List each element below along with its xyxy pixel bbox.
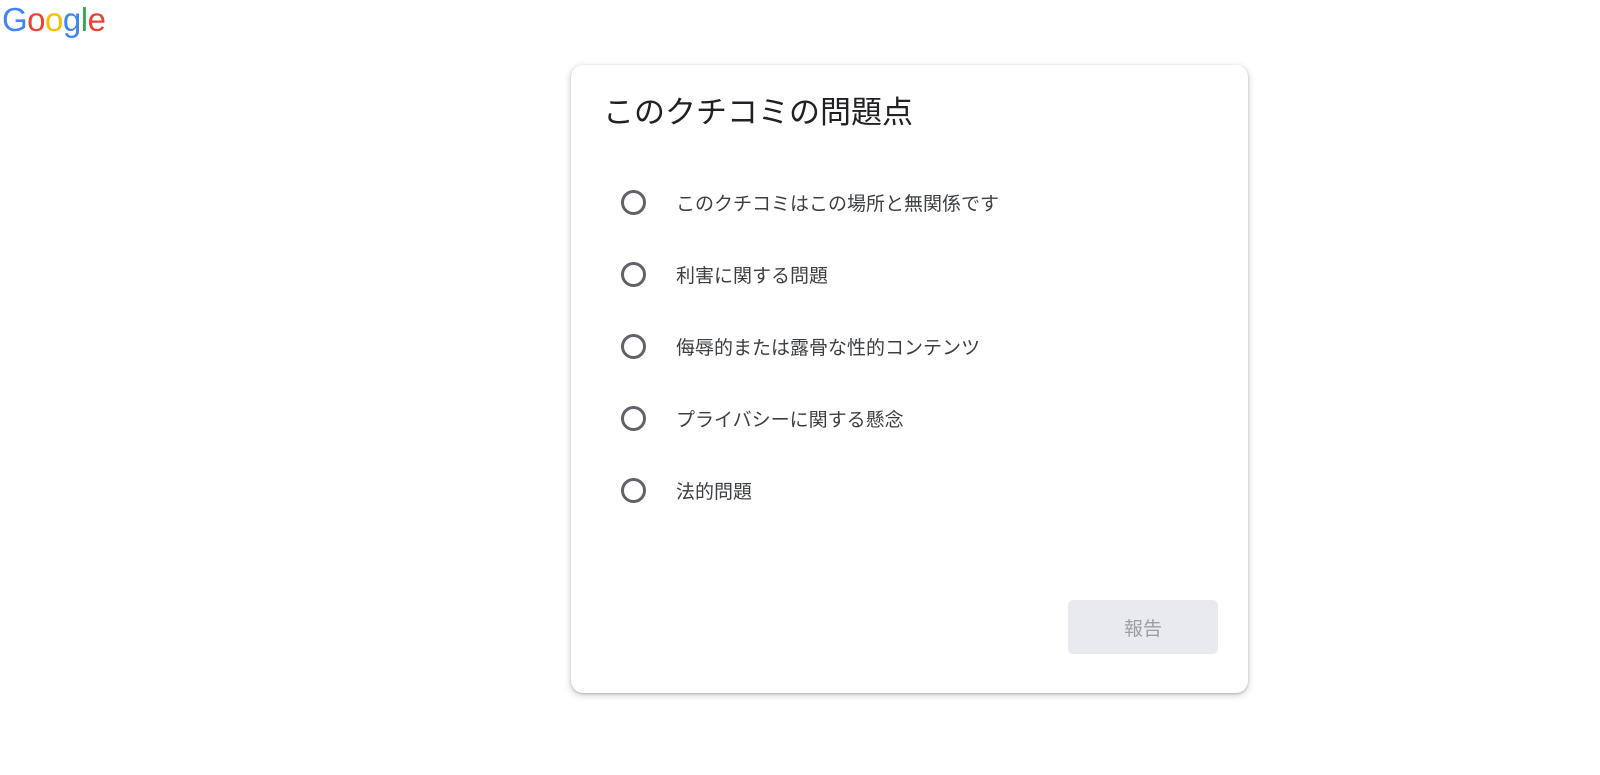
option-label: このクチコミはこの場所と無関係です <box>676 192 1000 215</box>
dialog-title: このクチコミの問題点 <box>603 95 913 131</box>
radio-button[interactable] <box>621 405 646 431</box>
report-review-dialog: このクチコミの問題点 このクチコミはこの場所と無関係です 利害に関する問題 侮辱… <box>571 65 1248 693</box>
reason-option-offensive-content[interactable]: 侮辱的または露骨な性的コンテンツ <box>621 310 999 382</box>
radio-button[interactable] <box>621 261 646 287</box>
option-label: 法的問題 <box>676 480 753 503</box>
logo-letter: l <box>80 1 88 38</box>
reason-option-privacy[interactable]: プライバシーに関する懸念 <box>621 382 999 454</box>
logo-letter: g <box>62 1 81 38</box>
option-label: 利害に関する問題 <box>676 264 829 287</box>
reason-option-off-topic[interactable]: このクチコミはこの場所と無関係です <box>621 166 999 238</box>
radio-button[interactable] <box>621 477 646 503</box>
option-label: 侮辱的または露骨な性的コンテンツ <box>676 336 981 359</box>
radio-button[interactable] <box>621 189 646 215</box>
report-reason-list: このクチコミはこの場所と無関係です 利害に関する問題 侮辱的または露骨な性的コン… <box>621 166 999 526</box>
logo-letter: e <box>87 1 106 38</box>
logo-letter: o <box>27 1 46 38</box>
radio-button[interactable] <box>621 333 646 359</box>
reason-option-conflict-of-interest[interactable]: 利害に関する問題 <box>621 238 999 310</box>
logo-letter: G <box>2 1 28 38</box>
reason-option-legal[interactable]: 法的問題 <box>621 454 999 526</box>
option-label: プライバシーに関する懸念 <box>676 408 904 431</box>
google-logo: Google <box>2 1 106 39</box>
report-button[interactable]: 報告 <box>1068 600 1218 654</box>
logo-letter: o <box>45 1 63 38</box>
